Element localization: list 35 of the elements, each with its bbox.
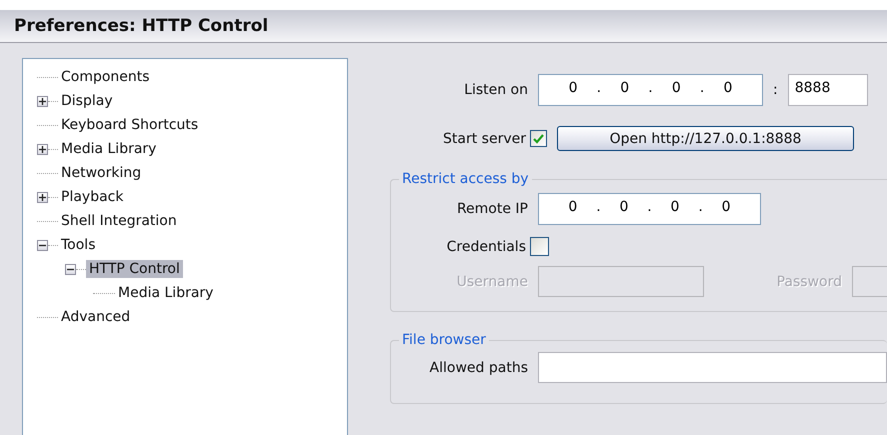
tree-item[interactable]: Display xyxy=(58,92,116,110)
tree-item[interactable]: Playback xyxy=(58,188,126,206)
window-title: Preferences: HTTP Control xyxy=(0,10,887,43)
field-label: Start server xyxy=(442,130,526,146)
ip-address-field[interactable]: 0 . 0 . 0 . 0 xyxy=(538,74,763,106)
tree-item[interactable]: HTTP Control xyxy=(86,260,183,278)
field-label: Listen on xyxy=(463,82,528,98)
field-label: Credentials xyxy=(446,238,526,254)
collapse-icon[interactable] xyxy=(37,240,48,250)
field-label: Allowed paths xyxy=(428,360,528,376)
collapse-icon[interactable] xyxy=(65,264,76,274)
tree-item[interactable]: Advanced xyxy=(58,308,134,326)
allowed-paths-field[interactable] xyxy=(538,352,887,383)
expand-icon[interactable] xyxy=(37,192,48,202)
expand-icon[interactable] xyxy=(37,96,48,106)
field-label: Password xyxy=(776,274,842,290)
colon-separator: : xyxy=(773,82,778,98)
tree-item[interactable]: Media Library xyxy=(115,284,216,302)
field-label: Remote IP xyxy=(456,201,528,217)
checkbox[interactable] xyxy=(530,130,547,147)
group-title: Restrict access by xyxy=(401,171,530,187)
tree-item[interactable]: Components xyxy=(58,68,153,86)
group-title: File browser xyxy=(401,332,487,348)
check-icon xyxy=(533,134,544,144)
field-label: Username xyxy=(456,274,528,290)
open-url-button[interactable]: Open http://127.0.0.1:8888 xyxy=(557,126,854,151)
expand-icon[interactable] xyxy=(37,144,48,154)
tree-item[interactable]: Keyboard Shortcuts xyxy=(58,116,202,134)
tree-item[interactable]: Networking xyxy=(58,164,144,182)
tree-item[interactable]: Tools xyxy=(58,236,98,254)
port-field[interactable]: 8888 xyxy=(788,74,868,106)
username-field[interactable] xyxy=(538,266,704,297)
tree-item[interactable]: Media Library xyxy=(58,140,160,158)
password-field[interactable] xyxy=(852,266,887,297)
tree-item[interactable]: Shell Integration xyxy=(58,212,180,230)
